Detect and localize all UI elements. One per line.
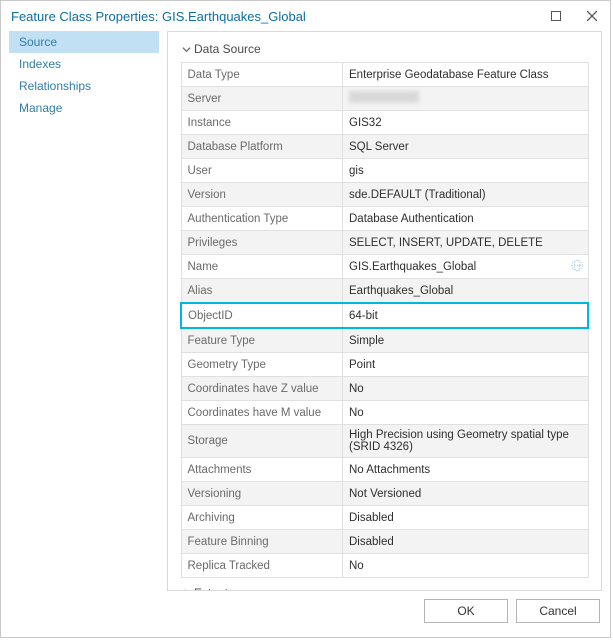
table-row: StorageHigh Precision using Geometry spa… bbox=[181, 425, 588, 458]
property-value: High Precision using Geometry spatial ty… bbox=[343, 425, 589, 458]
table-row: Feature BinningDisabled bbox=[181, 530, 588, 554]
property-label: Coordinates have Z value bbox=[181, 377, 343, 401]
sidebar-item-source[interactable]: Source bbox=[9, 31, 159, 53]
property-value: sde.DEFAULT (Traditional) bbox=[343, 183, 589, 207]
sidebar-item-label: Indexes bbox=[19, 57, 61, 71]
property-label: Server bbox=[181, 87, 343, 111]
table-row: NameGIS.Earthquakes_Global bbox=[181, 255, 588, 279]
property-value: GIS32 bbox=[343, 111, 589, 135]
property-label: Feature Binning bbox=[181, 530, 343, 554]
section-title: Data Source bbox=[194, 42, 261, 56]
sidebar-item-label: Manage bbox=[19, 101, 62, 115]
globe-icon bbox=[570, 258, 584, 275]
property-value: Enterprise Geodatabase Feature Class bbox=[343, 63, 589, 87]
table-row: AttachmentsNo Attachments bbox=[181, 458, 588, 482]
property-value: GIS.Earthquakes_Global bbox=[343, 255, 589, 279]
property-label: Archiving bbox=[181, 506, 343, 530]
property-label: User bbox=[181, 159, 343, 183]
table-row: Coordinates have Z valueNo bbox=[181, 377, 588, 401]
maximize-icon bbox=[551, 11, 561, 21]
table-row: Geometry TypePoint bbox=[181, 353, 588, 377]
table-row: Feature TypeSimple bbox=[181, 328, 588, 353]
content-area: Source Indexes Relationships Manage Data So… bbox=[1, 31, 610, 591]
sidebar: Source Indexes Relationships Manage bbox=[9, 31, 159, 591]
table-row: ObjectID64-bit bbox=[181, 303, 588, 328]
sidebar-item-label: Source bbox=[19, 35, 57, 49]
dialog-window: Feature Class Properties: GIS.Earthquake… bbox=[0, 0, 611, 638]
table-row: AliasEarthquakes_Global bbox=[181, 279, 588, 304]
property-value: Simple bbox=[343, 328, 589, 353]
table-row: Data TypeEnterprise Geodatabase Feature … bbox=[181, 63, 588, 87]
property-label: Storage bbox=[181, 425, 343, 458]
cancel-button[interactable]: Cancel bbox=[516, 599, 600, 623]
sidebar-item-indexes[interactable]: Indexes bbox=[9, 53, 159, 75]
property-value: gis bbox=[343, 159, 589, 183]
ok-button[interactable]: OK bbox=[424, 599, 508, 623]
property-label: Privileges bbox=[181, 231, 343, 255]
property-value: 64-bit bbox=[343, 303, 589, 328]
table-row: Database PlatformSQL Server bbox=[181, 135, 588, 159]
maximize-button[interactable] bbox=[538, 1, 574, 31]
dialog-footer: OK Cancel bbox=[1, 591, 610, 637]
property-value: Disabled bbox=[343, 506, 589, 530]
property-value: Not Versioned bbox=[343, 482, 589, 506]
close-icon bbox=[587, 11, 597, 21]
table-row: Coordinates have M valueNo bbox=[181, 401, 588, 425]
section-header-data-source[interactable]: Data Source bbox=[180, 40, 589, 58]
property-value: No bbox=[343, 377, 589, 401]
property-value: No bbox=[343, 554, 589, 578]
property-value: Point bbox=[343, 353, 589, 377]
main-panel: Data Source Data TypeEnterprise Geodatab… bbox=[167, 31, 602, 591]
property-value: No bbox=[343, 401, 589, 425]
property-value: Earthquakes_Global bbox=[343, 279, 589, 304]
property-label: Coordinates have M value bbox=[181, 401, 343, 425]
table-row: ArchivingDisabled bbox=[181, 506, 588, 530]
chevron-down-icon bbox=[180, 45, 192, 54]
property-label: Replica Tracked bbox=[181, 554, 343, 578]
section-header-extent[interactable]: Extent bbox=[180, 584, 589, 591]
sidebar-item-label: Relationships bbox=[19, 79, 91, 93]
property-label: Database Platform bbox=[181, 135, 343, 159]
property-value: SQL Server bbox=[343, 135, 589, 159]
data-source-table: Data TypeEnterprise Geodatabase Feature … bbox=[180, 62, 589, 578]
property-label: Authentication Type bbox=[181, 207, 343, 231]
table-row: Authentication TypeDatabase Authenticati… bbox=[181, 207, 588, 231]
property-label: Alias bbox=[181, 279, 343, 304]
sidebar-item-relationships[interactable]: Relationships bbox=[9, 75, 159, 97]
close-button[interactable] bbox=[574, 1, 610, 31]
property-label: Instance bbox=[181, 111, 343, 135]
table-row: VersioningNot Versioned bbox=[181, 482, 588, 506]
dialog-title: Feature Class Properties: GIS.Earthquake… bbox=[11, 9, 538, 24]
property-value: Database Authentication bbox=[343, 207, 589, 231]
titlebar: Feature Class Properties: GIS.Earthquake… bbox=[1, 1, 610, 31]
property-value bbox=[343, 87, 589, 111]
table-row: Usergis bbox=[181, 159, 588, 183]
property-label: Version bbox=[181, 183, 343, 207]
table-row: PrivilegesSELECT, INSERT, UPDATE, DELETE bbox=[181, 231, 588, 255]
sidebar-item-manage[interactable]: Manage bbox=[9, 97, 159, 119]
table-row: Replica TrackedNo bbox=[181, 554, 588, 578]
property-label: Data Type bbox=[181, 63, 343, 87]
table-row: Versionsde.DEFAULT (Traditional) bbox=[181, 183, 588, 207]
property-label: Name bbox=[181, 255, 343, 279]
property-label: Geometry Type bbox=[181, 353, 343, 377]
property-label: Feature Type bbox=[181, 328, 343, 353]
property-label: Attachments bbox=[181, 458, 343, 482]
property-label: Versioning bbox=[181, 482, 343, 506]
table-row: InstanceGIS32 bbox=[181, 111, 588, 135]
property-value: Disabled bbox=[343, 530, 589, 554]
property-label: ObjectID bbox=[181, 303, 343, 328]
property-value: No Attachments bbox=[343, 458, 589, 482]
property-value: SELECT, INSERT, UPDATE, DELETE bbox=[343, 231, 589, 255]
table-row: Server bbox=[181, 87, 588, 111]
redacted-value bbox=[349, 91, 419, 103]
